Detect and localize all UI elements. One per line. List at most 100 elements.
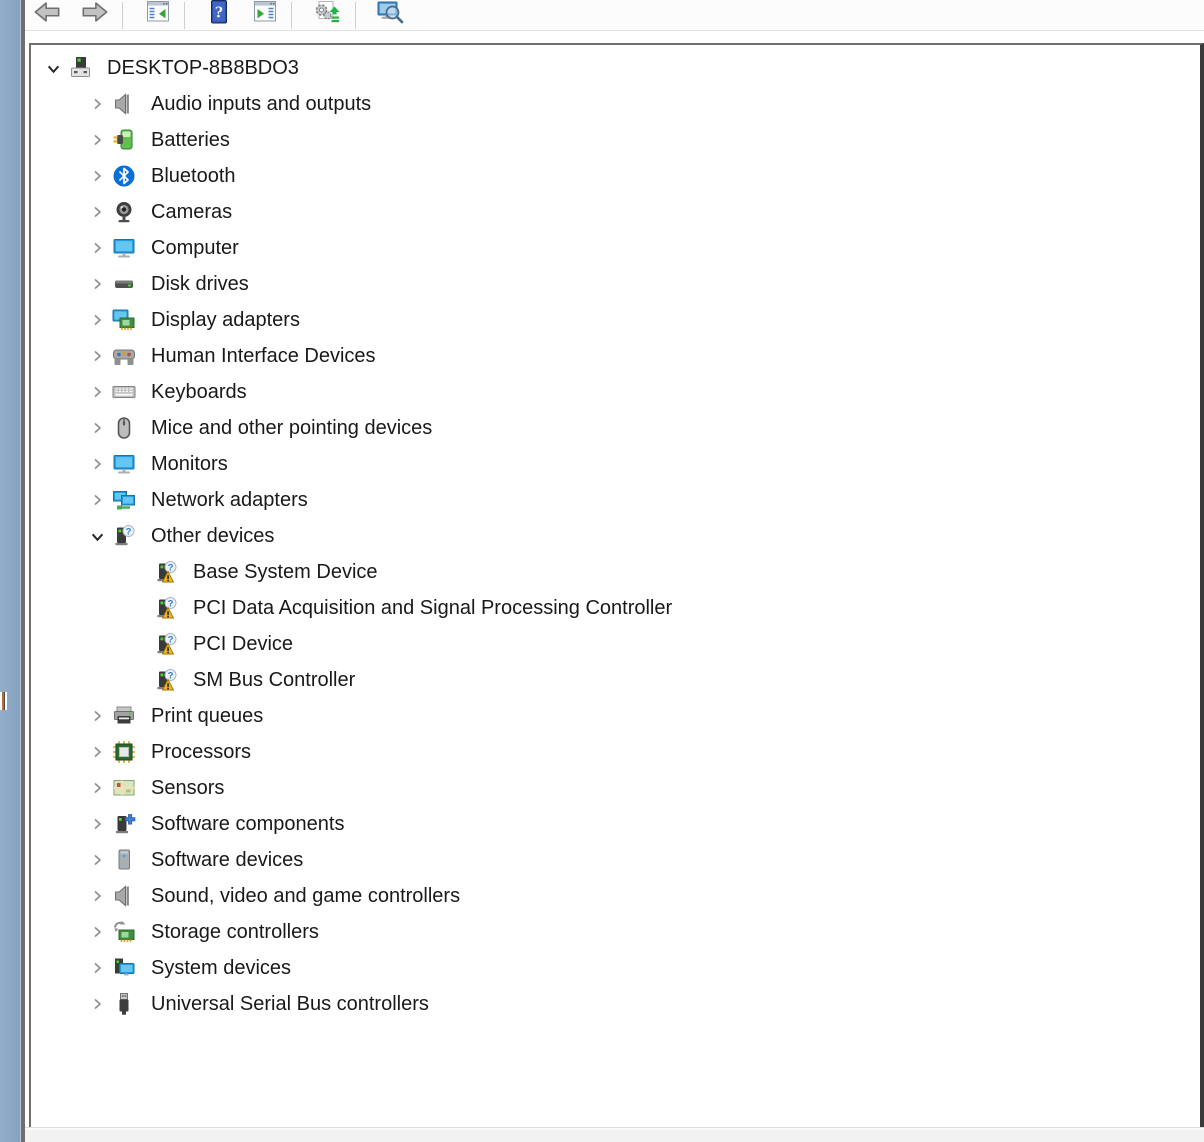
tree-item-software-components[interactable]: Software components xyxy=(31,806,1200,842)
tree-item-system-devices[interactable]: System devices xyxy=(31,950,1200,986)
bluetooth-icon xyxy=(111,163,137,189)
tree-panel: DESKTOP-8B8BDO3 Audio inputs and outputs B… xyxy=(29,43,1204,1127)
chevron-right-icon[interactable] xyxy=(83,482,111,518)
toolbar-separator xyxy=(355,2,356,29)
software-component-icon xyxy=(111,811,137,837)
back-button[interactable] xyxy=(29,0,65,30)
chevron-right-icon[interactable] xyxy=(83,302,111,338)
chevron-right-icon[interactable] xyxy=(83,86,111,122)
tree-item-monitors[interactable]: Monitors xyxy=(31,446,1200,482)
tree-item-audio-inputs-and-outputs[interactable]: Audio inputs and outputs xyxy=(31,86,1200,122)
tree-item-label: Sound, video and game controllers xyxy=(151,884,461,907)
chevron-right-icon[interactable] xyxy=(83,914,111,950)
tree-item-pci-device[interactable]: ? PCI Device xyxy=(31,626,1200,662)
update-driver-button[interactable] xyxy=(308,0,344,30)
help-button[interactable]: ? xyxy=(200,0,236,30)
unknown-device-warning-icon: ? xyxy=(153,559,179,585)
hid-icon xyxy=(111,343,137,369)
tree-item-universal-serial-bus-controllers[interactable]: Universal Serial Bus controllers xyxy=(31,986,1200,1022)
tree-item-label: Other devices xyxy=(151,524,275,547)
tree-item-label: Disk drives xyxy=(151,272,249,295)
tree-item-sound-video-and-game-controllers[interactable]: Sound, video and game controllers xyxy=(31,878,1200,914)
tree-item-mice-and-other-pointing-devices[interactable]: Mice and other pointing devices xyxy=(31,410,1200,446)
background-window-artifact xyxy=(0,692,7,710)
tree-item-pci-data-acquisition-and-signal-processing-controller[interactable]: ? PCI Data Acquisition and Signal Process… xyxy=(31,590,1200,626)
svg-text:?: ? xyxy=(215,2,224,21)
chevron-right-icon[interactable] xyxy=(83,410,111,446)
tree-item-label: Human Interface Devices xyxy=(151,344,376,367)
toolbar: ? xyxy=(25,0,1204,31)
device-manager-window: ? DESKTOP-8B8BDO3 Audio inputs and output… xyxy=(0,0,1204,1142)
tree-item-print-queues[interactable]: Print queues xyxy=(31,698,1200,734)
tree-item-label: SM Bus Controller xyxy=(193,668,356,691)
tree-item-disk-drives[interactable]: Disk drives xyxy=(31,266,1200,302)
tree-item-desktop-8b8bdo3[interactable]: DESKTOP-8B8BDO3 xyxy=(31,50,1200,86)
tree-item-label: DESKTOP-8B8BDO3 xyxy=(107,56,299,79)
sensor-icon xyxy=(111,775,137,801)
tree-item-label: Computer xyxy=(151,236,239,259)
tree-item-keyboards[interactable]: Keyboards xyxy=(31,374,1200,410)
chevron-right-icon[interactable] xyxy=(83,878,111,914)
chevron-right-icon[interactable] xyxy=(83,158,111,194)
tree-item-processors[interactable]: Processors xyxy=(31,734,1200,770)
console-tree-icon xyxy=(145,0,171,30)
tree-item-label: Audio inputs and outputs xyxy=(151,92,372,115)
tree-item-cameras[interactable]: Cameras xyxy=(31,194,1200,230)
tree-item-sm-bus-controller[interactable]: ? SM Bus Controller xyxy=(31,662,1200,698)
tree-item-label: Network adapters xyxy=(151,488,308,511)
tree-item-batteries[interactable]: Batteries xyxy=(31,122,1200,158)
mouse-icon xyxy=(111,415,137,441)
svg-text:?: ? xyxy=(126,527,132,538)
update-driver-icon xyxy=(312,0,340,30)
monitor-icon xyxy=(111,451,137,477)
tree-item-software-devices[interactable]: Software devices xyxy=(31,842,1200,878)
chevron-right-icon[interactable] xyxy=(83,338,111,374)
processor-icon xyxy=(111,739,137,765)
chevron-right-icon[interactable] xyxy=(83,734,111,770)
tree-item-label: Monitors xyxy=(151,452,228,475)
display-adapter-icon xyxy=(111,307,137,333)
chevron-right-icon[interactable] xyxy=(83,266,111,302)
show-console-tree-button[interactable] xyxy=(140,0,176,30)
show-action-pane-button[interactable] xyxy=(247,0,283,30)
tree-item-base-system-device[interactable]: ? Base System Device xyxy=(31,554,1200,590)
tree-item-label: Keyboards xyxy=(151,380,247,403)
chevron-right-icon[interactable] xyxy=(83,230,111,266)
chevron-right-icon[interactable] xyxy=(83,770,111,806)
window-edge xyxy=(20,0,25,1142)
tree-item-bluetooth[interactable]: Bluetooth xyxy=(31,158,1200,194)
chevron-down-icon[interactable] xyxy=(83,518,111,554)
battery-icon xyxy=(111,127,137,153)
tree-item-network-adapters[interactable]: Network adapters xyxy=(31,482,1200,518)
tree-item-label: Display adapters xyxy=(151,308,300,331)
tree-item-computer[interactable]: Computer xyxy=(31,230,1200,266)
tree-item-human-interface-devices[interactable]: Human Interface Devices xyxy=(31,338,1200,374)
toolbar-separator xyxy=(122,2,123,29)
chevron-right-icon[interactable] xyxy=(83,122,111,158)
forward-button[interactable] xyxy=(77,0,113,30)
background-window-strip xyxy=(0,0,20,1142)
chevron-right-icon[interactable] xyxy=(83,986,111,1022)
computer-root-icon xyxy=(67,55,93,81)
monitor-icon xyxy=(111,235,137,261)
hard-disk-icon xyxy=(111,271,137,297)
chevron-right-icon[interactable] xyxy=(83,374,111,410)
storage-controller-icon xyxy=(111,919,137,945)
chevron-right-icon[interactable] xyxy=(83,446,111,482)
scan-hardware-changes-button[interactable] xyxy=(372,0,408,30)
tree-item-sensors[interactable]: Sensors xyxy=(31,770,1200,806)
chevron-right-icon[interactable] xyxy=(83,950,111,986)
unknown-device-icon: ? xyxy=(111,523,137,549)
tree-item-storage-controllers[interactable]: Storage controllers xyxy=(31,914,1200,950)
chevron-right-icon[interactable] xyxy=(83,842,111,878)
tree-item-display-adapters[interactable]: Display adapters xyxy=(31,302,1200,338)
chevron-right-icon[interactable] xyxy=(83,698,111,734)
chevron-down-icon[interactable] xyxy=(39,50,67,86)
scan-hardware-icon xyxy=(376,1,404,30)
chevron-right-icon[interactable] xyxy=(83,194,111,230)
tree-item-label: Cameras xyxy=(151,200,233,223)
chevron-right-icon[interactable] xyxy=(83,806,111,842)
tree-item-label: Sensors xyxy=(151,776,225,799)
speaker-icon xyxy=(111,91,137,117)
tree-item-other-devices[interactable]: ? Other devices xyxy=(31,518,1200,554)
